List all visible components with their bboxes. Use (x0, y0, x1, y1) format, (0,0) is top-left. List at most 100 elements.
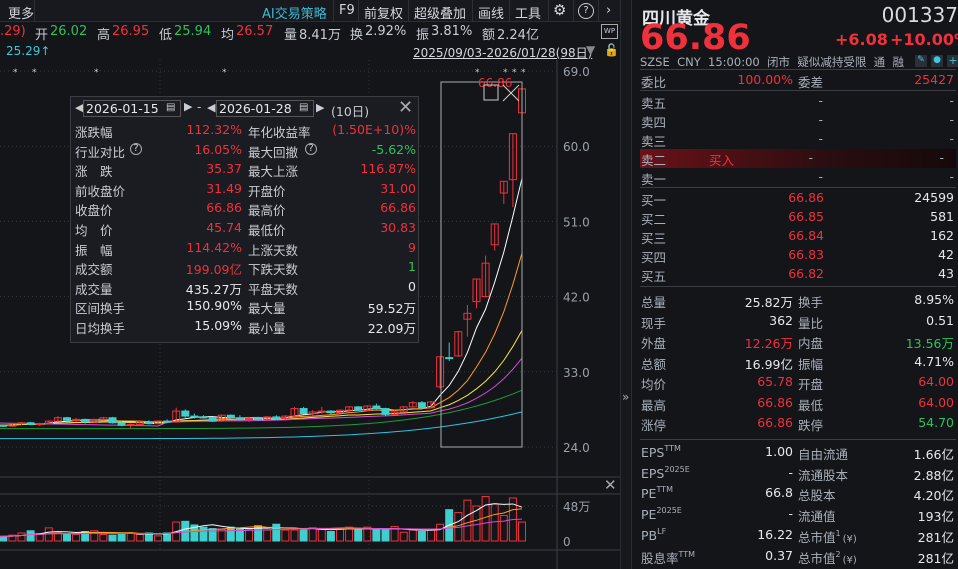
stat-value: 9 (408, 239, 416, 255)
volume-bar (408, 529, 417, 542)
volume-bar (354, 528, 363, 542)
bid-volume: 581 (930, 209, 954, 224)
metric-name: 自由流通 (798, 447, 849, 462)
close-volume-icon[interactable]: ✕ (604, 476, 617, 494)
wp-icon[interactable]: WP (601, 24, 618, 39)
ask-price: - (808, 150, 813, 165)
metric-value: 1.66亿 (913, 447, 954, 462)
stat-value: 16.05% (194, 141, 242, 157)
stats-row: 前收盘价 31.49 开盘价 31.00 (71, 181, 420, 201)
dropdown-triangle-icon[interactable]: ▼ (586, 43, 595, 57)
stat-value: -5.62% (371, 141, 416, 157)
stats-row: 振 幅 114.42% 上涨天数 9 (71, 240, 420, 260)
ai-strategy-button[interactable]: AI交易策略 (262, 3, 327, 22)
stat-row: 总量 25.82万 换手 8.95% (632, 291, 958, 310)
dash: - (197, 100, 202, 114)
tools-button[interactable]: 工具 (515, 3, 541, 22)
stat-value: 35.37 (206, 161, 242, 177)
stats-row: 行业对比 16.05% 最大回撤 -5.62%?? (71, 142, 420, 162)
bid-level-label: 买一 (641, 193, 667, 208)
close-icon[interactable]: ✕ (398, 97, 413, 118)
help-icon[interactable]: ? (305, 142, 317, 155)
volume-bar (499, 514, 508, 542)
stat-label: 量比 (798, 315, 824, 331)
overlay-button[interactable]: 超级叠加 (414, 3, 466, 22)
stock-code: 001337 (881, 3, 958, 27)
candle-body (272, 416, 281, 420)
f9-button[interactable]: F9 (339, 3, 355, 18)
date-range-link[interactable]: 2025/09/03-2026/01/28(98日) (413, 44, 592, 61)
metric-value: - (788, 506, 793, 522)
volume-bar (63, 533, 71, 542)
metric-period: LF (657, 526, 667, 536)
calendar-icon[interactable]: ▤ (299, 102, 308, 113)
candle-body (117, 422, 126, 426)
range-bar: 25.29↑ 2025/09/03-2026/01/28(98日) ▼ 🔓 (0, 43, 620, 60)
market-status: 闭市 (767, 55, 791, 69)
amt-value: 2.24亿 (497, 28, 539, 43)
stat-row: 均价 65.78 开盘 64.00 (632, 373, 958, 392)
stat-label: 下跌天数 (248, 262, 299, 278)
stat-label: 最低 (798, 397, 824, 413)
metric-label: EPS2025E (641, 465, 690, 481)
currency-icon[interactable]: (¥) (843, 555, 857, 566)
stat-value: 8.95% (914, 292, 954, 307)
volume-bar (0, 536, 8, 542)
candle-body (181, 410, 190, 417)
stat-label: 前收盘价 (75, 183, 126, 199)
stat-value: 12.26万 (744, 336, 793, 351)
bid-volume: 162 (930, 228, 954, 243)
volume-bar (99, 533, 108, 542)
volume-bar (44, 527, 53, 542)
amt-label: 额 (482, 28, 496, 43)
double-chevron-icon[interactable]: » (622, 390, 629, 404)
bid-row: 买五 66.82 43 (632, 265, 958, 284)
price-change-pct: +10.00% (890, 30, 958, 49)
stats-row: 涨 跌 35.37 最大上涨 116.87% (71, 161, 420, 181)
chevron-left-icon[interactable]: ◀ (207, 101, 215, 114)
help-icon[interactable]: ? (578, 3, 594, 19)
ask-level-label: 卖三 (641, 134, 667, 149)
more-button[interactable]: 更多 (8, 3, 34, 22)
gear-icon[interactable]: ⚙ (553, 1, 566, 19)
stat-value: (1.50E+10)% (332, 122, 416, 137)
currency-icon[interactable]: (¥) (843, 534, 857, 545)
draw-button[interactable]: 画线 (478, 3, 504, 22)
ask-row: 买入 卖二 - - (640, 149, 956, 168)
lock-icon[interactable]: 🔓 (604, 43, 619, 57)
adjust-button[interactable]: 前复权 (364, 3, 403, 22)
turn-label: 换 (350, 28, 364, 43)
chevron-right-icon[interactable]: › (606, 3, 611, 18)
metric-period: TTM (678, 549, 696, 559)
ask-row: 卖三 - - (632, 130, 958, 149)
metric-name: PE (641, 507, 657, 523)
candle-body (163, 420, 172, 423)
candle-body (226, 414, 235, 419)
chevron-right-icon[interactable]: ▶ (184, 100, 192, 113)
metric-value: 1.00 (765, 444, 793, 459)
bid-price: 66.84 (788, 228, 824, 243)
divider (598, 0, 599, 22)
panel-collapse-bar[interactable]: » (620, 0, 632, 569)
prev-close-fragment: .29) (0, 24, 26, 39)
bell-icon[interactable]: ● (931, 55, 943, 67)
stat-label: 均 价 (75, 223, 113, 238)
candle-body (372, 405, 381, 410)
stat-value: 4.71% (914, 353, 954, 369)
candle-body (81, 418, 90, 423)
buy-in-button[interactable]: 买入 (709, 150, 734, 169)
quote-bar: .29) 开 26.02 高 26.95 低 25.94 均 26.57 量 8… (0, 22, 620, 43)
amp-label: 振 (416, 28, 430, 43)
divider (573, 0, 574, 22)
metric-label: PE2025E (641, 506, 682, 522)
chevron-right-icon[interactable]: ▶ (316, 101, 324, 114)
metric-value: 16.22 (757, 526, 793, 542)
add-icon[interactable]: + (947, 55, 958, 67)
candle-body (445, 357, 454, 360)
ask-row: 卖一 - - (632, 168, 958, 187)
metric-label: PBLF (641, 527, 666, 543)
edit-icon[interactable]: ✎ (915, 55, 927, 67)
calendar-icon[interactable]: ▤ (166, 102, 175, 113)
help-icon[interactable]: ? (130, 142, 142, 155)
metric-name: PB (641, 527, 658, 543)
